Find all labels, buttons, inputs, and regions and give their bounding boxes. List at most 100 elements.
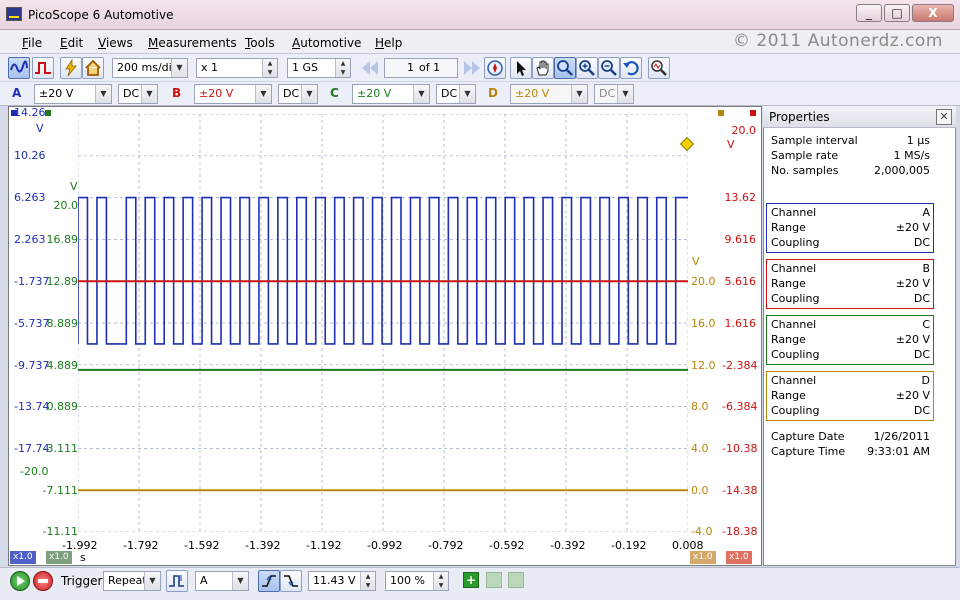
chevron-down-icon: ▼ [141,85,157,103]
menu-edit[interactable]: Edit [60,36,83,50]
prop-value: DC [913,292,930,305]
channel-a-range-select[interactable]: ±20 V ▼ [34,84,112,104]
axis-c-tick: 8.889 [46,317,79,330]
window-title: PicoScope 6 Automotive [28,8,174,22]
axis-b-tick: 20.0 [731,124,757,137]
menu-automotive[interactable]: Automotive [292,36,361,50]
add-measurement-icon[interactable]: + [463,572,479,588]
time-axis-tick: -0.392 [550,539,586,552]
axis-a-tick: 14.26 [14,106,46,119]
persistence-mode-icon[interactable] [32,57,54,79]
menu-help[interactable]: Help [375,36,402,50]
pan-hand-icon[interactable] [532,57,554,79]
prop-label: Range [771,333,806,346]
time-axis-tick: -0.992 [367,539,403,552]
copyright-watermark: © 2011 Autonerdz.com [733,31,943,51]
home-icon[interactable] [82,57,104,79]
stop-icon[interactable] [33,571,53,591]
falling-edge-icon[interactable] [280,570,302,592]
channel-b-coupling-select[interactable]: DC ▼ [278,84,318,104]
buffer-navigator[interactable]: 1 of 1 [384,58,458,78]
scope-mode-icon[interactable] [8,57,30,79]
zoom-overview-icon[interactable] [648,57,670,79]
navigate-compass-icon[interactable] [484,57,506,79]
advanced-trigger-icon[interactable] [166,570,188,592]
maximize-button[interactable]: □ [884,4,910,22]
select-arrow-icon[interactable] [510,57,532,79]
axis-b-tick: 9.616 [724,233,757,246]
menu-views[interactable]: Views [98,36,133,50]
axis-b-marker [750,110,756,116]
channel-b-button[interactable]: B [172,86,181,100]
axis-c-extra-tick: -20.0 [20,465,49,478]
chevron-down-icon: ▼ [232,572,248,590]
buffer-first-icon[interactable] [358,58,382,78]
prop-value: DC [913,236,930,249]
channel-b-range-select[interactable]: ±20 V ▼ [194,84,272,104]
menu-file[interactable]: File [22,36,42,50]
auto-setup-lightning-icon[interactable] [60,57,82,79]
zoom-in-icon[interactable] [576,57,598,79]
prop-label: Range [771,221,806,234]
edit-measurement-icon[interactable] [508,572,524,588]
axis-b-tick: -18.38 [722,525,758,538]
chevron-down-icon: ▼ [571,85,587,103]
remove-measurement-icon[interactable] [486,572,502,588]
undo-zoom-icon[interactable] [620,57,642,79]
trigger-mode-value: Repeat [108,574,147,587]
buffer-of-value: of 1 [419,61,441,74]
channel-c-coupling-select[interactable]: DC ▼ [436,84,476,104]
zoom-out-icon[interactable] [598,57,620,79]
channel-a-coupling: DC [123,87,140,100]
channel-b-range: ±20 V [199,87,234,100]
channel-d-range-select[interactable]: ±20 V ▼ [510,84,588,104]
samples-spinner[interactable]: 1 GS ▲ ▼ [287,58,351,78]
menu-tools[interactable]: Tools [245,36,275,50]
properties-title: Properties [769,110,830,124]
axis-d-tick: 12.0 [691,359,716,372]
graticule-grid [78,114,688,532]
scale-badge-d[interactable]: x1.0 [690,551,716,564]
prop-value: DC [913,348,930,361]
trigger-mode-select[interactable]: Repeat ▼ [103,571,161,591]
channel-d-button[interactable]: D [488,86,498,100]
prop-value: B [922,262,930,275]
axis-c-tick: 20.0 [53,199,79,212]
axis-d-marker [718,110,724,116]
spinner-arrows-icon: ▲ ▼ [262,59,277,77]
pre-trigger-spinner[interactable]: 100 % ▲ ▼ [385,571,449,591]
zoom-spinner[interactable]: x 1 ▲ ▼ [196,58,278,78]
trigger-source-select[interactable]: A ▼ [195,571,249,591]
channel-c-button[interactable]: C [330,86,339,100]
prop-label: Capture Date [771,430,845,443]
scale-badge-b[interactable]: x1.0 [726,551,752,564]
prop-value: DC [913,404,930,417]
time-axis-tick: -0.192 [611,539,647,552]
trigger-level-spinner[interactable]: 11.43 V ▲ ▼ [308,571,376,591]
rising-edge-icon[interactable] [258,570,280,592]
samples-value: 1 GS [292,61,319,74]
timebase-select[interactable]: 200 ms/div ▼ [112,58,188,78]
time-axis-unit: s [80,551,86,564]
waveform-plot[interactable] [78,114,688,532]
timebase-value: 200 ms/div [117,61,179,74]
scale-badge-c[interactable]: x1.0 [46,551,72,564]
time-axis-tick: -1.392 [245,539,281,552]
channel-d-coupling-select[interactable]: DC ▼ [594,84,634,104]
prop-label: Coupling [771,404,820,417]
channel-a-coupling-select[interactable]: DC ▼ [118,84,158,104]
minimize-button[interactable]: _ [856,4,882,22]
close-window-button[interactable]: X [912,4,954,22]
prop-value: ±20 V [895,389,930,402]
start-icon[interactable] [10,571,30,591]
axis-c-tick: -3.111 [42,442,78,455]
channel-a-button[interactable]: A [12,86,21,100]
axis-d-tick: 8.0 [691,400,709,413]
scale-badge-a[interactable]: x1.0 [10,551,36,564]
zoom-area-icon[interactable] [554,57,576,79]
prop-value: 1 MS/s [893,149,930,162]
properties-close-icon[interactable]: ✕ [936,109,952,125]
menu-measurements[interactable]: Measurements [148,36,237,50]
buffer-last-icon[interactable] [460,58,484,78]
channel-c-range-select[interactable]: ±20 V ▼ [352,84,430,104]
